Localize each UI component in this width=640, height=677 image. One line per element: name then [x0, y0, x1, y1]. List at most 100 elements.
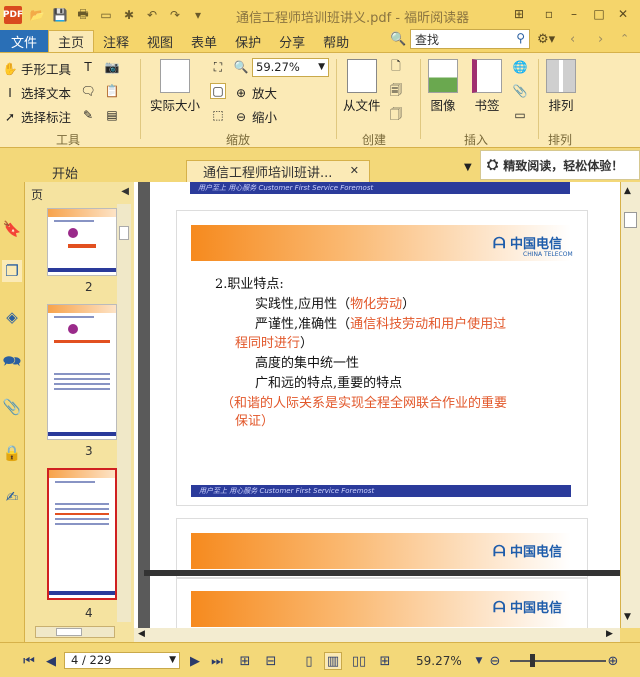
insert-link-button[interactable]: 🌐: [512, 59, 531, 75]
previous-view-icon[interactable]: ⊞: [236, 652, 254, 670]
page-number-input[interactable]: 4 / 229 ▼: [64, 652, 180, 669]
fit-page-button[interactable]: ⛶: [210, 59, 229, 75]
page-thumbnail-4-selected[interactable]: [47, 468, 117, 600]
settings-gear-icon[interactable]: ⚙▾: [537, 32, 555, 47]
last-page-icon[interactable]: ⏭: [208, 652, 226, 670]
create-scanner-button[interactable]: 🗐: [388, 83, 407, 99]
new-icon[interactable]: ✱: [121, 7, 137, 23]
signature-panel-icon[interactable]: ✍: [2, 486, 22, 508]
promo-banner[interactable]: ⛭ 精致阅读，轻松体验！: [480, 150, 640, 180]
group-label-tools: 工具: [56, 133, 81, 147]
zoom-slider-track[interactable]: [510, 660, 606, 662]
search-icon[interactable]: ⚲: [516, 31, 525, 45]
zoom-in-icon[interactable]: ⊕: [604, 652, 622, 670]
fullscreen-icon[interactable]: ▫: [540, 6, 558, 22]
menu-file[interactable]: 文件: [0, 30, 48, 52]
thumb-horizontal-scrollbar[interactable]: [35, 626, 115, 638]
comments-panel-icon[interactable]: 🗪: [2, 352, 22, 374]
redo-icon[interactable]: ↷: [167, 7, 183, 23]
link-button[interactable]: ▤: [104, 107, 123, 123]
continuous-page-icon[interactable]: ▥: [324, 652, 342, 670]
zoom-in-button[interactable]: ⊕ 放大: [233, 83, 277, 102]
create-blank-button[interactable]: 🗋: [388, 59, 407, 75]
telecom-swirl-icon: ᗩ: [493, 542, 506, 560]
collapse-ribbon-icon[interactable]: ⌃: [620, 32, 629, 45]
select-annotation-button[interactable]: ➚ 选择标注: [2, 107, 71, 126]
tab-document[interactable]: 通信工程师培训班讲... ✕: [186, 160, 370, 182]
menu-comment[interactable]: 注释: [94, 30, 138, 52]
restore-view-icon[interactable]: ⊞: [510, 6, 528, 22]
search-input[interactable]: 查找 ⚲: [410, 29, 530, 49]
insert-attachment-button[interactable]: 📎: [512, 83, 531, 99]
menu-home[interactable]: 主页: [48, 29, 95, 53]
close-button[interactable]: ✕: [614, 6, 632, 22]
continuous-facing-icon[interactable]: ⊞: [376, 652, 394, 670]
minimize-button[interactable]: –: [565, 6, 583, 22]
insert-image-button[interactable]: 图像: [428, 59, 458, 114]
fit-width-button[interactable]: ▢: [210, 83, 229, 99]
bookmarks-panel-icon[interactable]: 🔖: [2, 218, 22, 240]
properties-icon[interactable]: ▭: [98, 7, 114, 23]
nav-forward-icon[interactable]: ›: [598, 32, 603, 47]
zoom-select[interactable]: 59.27% ▼: [252, 58, 329, 77]
clipboard-button[interactable]: 📋: [104, 83, 123, 99]
maximize-button[interactable]: □: [590, 6, 608, 22]
menu-form[interactable]: 表单: [182, 30, 226, 52]
first-page-icon[interactable]: ⏮: [20, 652, 38, 670]
hand-tool-button[interactable]: ✋ 手形工具: [2, 59, 72, 78]
print-icon[interactable]: 🖶: [75, 7, 91, 23]
attachments-panel-icon[interactable]: 📎: [2, 396, 22, 418]
tab-start[interactable]: 开始: [36, 162, 186, 182]
zoom-out-button[interactable]: ⊖ 缩小: [233, 107, 277, 126]
undo-icon[interactable]: ↶: [144, 7, 160, 23]
open-icon[interactable]: 📂: [29, 7, 45, 23]
scroll-thumb[interactable]: [624, 212, 637, 228]
document-horizontal-scrollbar[interactable]: ◀ ▶: [134, 628, 620, 642]
arrange-button[interactable]: 排列: [546, 59, 576, 114]
close-tab-icon[interactable]: ✕: [350, 164, 359, 177]
zoom-slider-handle[interactable]: [530, 654, 535, 667]
page-thumbnail-3[interactable]: [47, 304, 117, 440]
nav-back-icon[interactable]: ‹: [570, 32, 575, 47]
customize-dropdown-icon[interactable]: ▾: [190, 7, 206, 23]
thumb-hscroll-thumb[interactable]: [56, 628, 82, 636]
document-view[interactable]: 用户至上 用心服务 Customer First Service Foremos…: [134, 182, 620, 628]
search-doc-icon[interactable]: 🔍: [390, 32, 406, 47]
from-file-button[interactable]: 从文件: [343, 59, 381, 114]
snapshot-button[interactable]: 📷: [104, 59, 123, 75]
typewriter-button[interactable]: T: [80, 59, 99, 75]
scroll-down-icon[interactable]: ▼: [624, 612, 631, 622]
menu-view[interactable]: 视图: [138, 30, 182, 52]
fit-visible-button[interactable]: ⬚: [210, 107, 229, 123]
create-clipboard-button[interactable]: 🗍: [388, 107, 407, 123]
single-page-icon[interactable]: ▯: [300, 652, 318, 670]
save-icon[interactable]: 💾: [52, 7, 68, 23]
insert-bookmark-button[interactable]: 书签: [472, 59, 502, 114]
previous-page-icon[interactable]: ◀: [42, 652, 60, 670]
comment-button[interactable]: 🗨: [80, 83, 99, 99]
thumb-scroll-thumb[interactable]: [119, 226, 129, 240]
zoom-out-icon[interactable]: ⊖: [486, 652, 504, 670]
zoom-tool-button[interactable]: 🔍: [233, 59, 252, 75]
menu-help[interactable]: 帮助: [314, 30, 358, 52]
pages-panel-icon[interactable]: ❐: [2, 260, 22, 282]
layers-panel-icon[interactable]: ◈: [2, 306, 22, 328]
thumb-vertical-scrollbar[interactable]: [117, 204, 131, 622]
scroll-left-icon[interactable]: ◀: [138, 629, 145, 639]
document-vertical-scrollbar[interactable]: ▲ ▼: [620, 182, 640, 628]
scroll-right-icon[interactable]: ▶: [606, 629, 613, 639]
highlight-button[interactable]: ✎: [80, 107, 99, 123]
facing-page-icon[interactable]: ▯▯: [350, 652, 368, 670]
menu-protect[interactable]: 保护: [226, 30, 270, 52]
tab-list-dropdown-icon[interactable]: ▼: [464, 162, 472, 173]
next-view-icon[interactable]: ⊟: [262, 652, 280, 670]
insert-video-button[interactable]: ▭: [512, 107, 531, 123]
next-page-icon[interactable]: ▶: [186, 652, 204, 670]
menu-share[interactable]: 分享: [270, 30, 314, 52]
scroll-up-icon[interactable]: ▲: [624, 186, 631, 196]
collapse-panel-icon[interactable]: ◀: [121, 186, 129, 197]
page-thumbnail-2[interactable]: [47, 208, 117, 276]
security-panel-icon[interactable]: 🔒: [2, 442, 22, 464]
actual-size-button[interactable]: 实际大小: [150, 59, 200, 114]
select-text-button[interactable]: Ⅰ 选择文本: [2, 83, 71, 102]
